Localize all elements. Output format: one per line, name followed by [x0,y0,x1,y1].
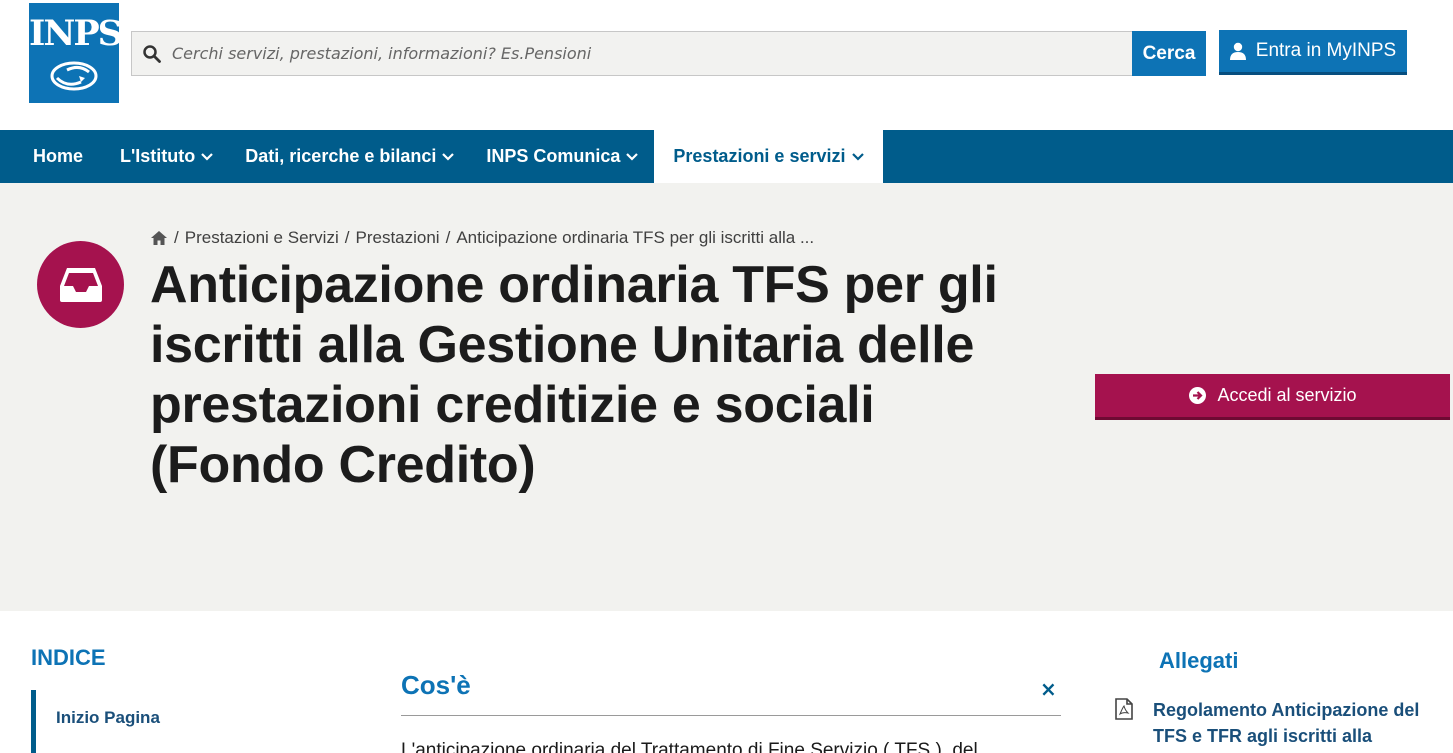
nav-item-comunica[interactable]: INPS Comunica [470,130,654,183]
nav-item-label: L'Istituto [120,146,196,166]
breadcrumb: / Prestazioni e Servizi / Prestazioni / … [150,228,814,248]
nav-item-dati[interactable]: Dati, ricerche e bilanci [229,130,470,183]
login-button-label: Entra in MyINPS [1255,40,1397,61]
nav-item-label: Dati, ricerche e bilanci [245,146,437,166]
breadcrumb-separator: / [344,228,350,247]
breadcrumb-current: Anticipazione ordinaria TFS per gli iscr… [456,228,815,247]
chevron-down-icon [626,152,639,161]
nav-item-label: INPS Comunica [486,146,621,166]
nav-item-istituto[interactable]: L'Istituto [104,130,229,183]
main-navbar: Home L'Istituto Dati, ricerche e bilanci… [0,130,1453,183]
attachment-link[interactable]: Regolamento Anticipazione del TFS e TFR … [1153,697,1443,749]
hero-section: / Prestazioni e Servizi / Prestazioni / … [0,183,1453,611]
inbox-icon [59,267,102,302]
index-active-marker [31,690,36,753]
logo-text: INPS [29,13,123,54]
access-service-button[interactable]: Accedi al servizio [1095,374,1450,420]
user-icon [1229,42,1246,60]
index-title: INDICE [31,645,106,670]
nav-item-prestazioni[interactable]: Prestazioni e servizi [654,130,883,183]
section-body-text: L'anticipazione ordinaria del Trattament… [401,740,978,753]
chevron-down-icon [851,152,864,161]
section-title[interactable]: Cos'è [401,670,471,701]
nav-item-home[interactable]: Home [0,130,104,183]
page-title: Anticipazione ordinaria TFS per gli iscr… [150,256,998,494]
logo-emblem-icon [50,61,98,91]
close-icon[interactable]: × [1040,677,1057,701]
access-service-label: Accedi al servizio [1217,385,1357,405]
nav-item-label: Prestazioni e servizi [673,146,846,166]
pdf-file-icon [1115,698,1133,724]
search-input[interactable] [172,44,1112,63]
breadcrumb-separator: / [174,228,179,247]
login-button[interactable]: Entra in MyINPS [1219,30,1407,75]
chevron-down-icon [442,152,455,161]
search-icon [132,44,172,63]
inps-logo[interactable]: INPS [29,3,123,103]
nav-item-label: Home [33,146,84,166]
chevron-down-icon [201,152,214,161]
home-icon[interactable] [150,230,168,246]
breadcrumb-separator: / [445,228,451,247]
search-bar [131,31,1133,76]
service-category-badge [37,241,124,328]
breadcrumb-item[interactable]: Prestazioni e Servizi [185,228,339,248]
search-button[interactable]: Cerca [1132,31,1206,76]
breadcrumb-item[interactable]: Prestazioni [355,228,439,248]
index-item-top[interactable]: Inizio Pagina [56,708,160,728]
section-divider [401,715,1061,716]
arrow-circle-right-icon [1189,387,1207,404]
attachments-title: Allegati [1159,648,1239,673]
